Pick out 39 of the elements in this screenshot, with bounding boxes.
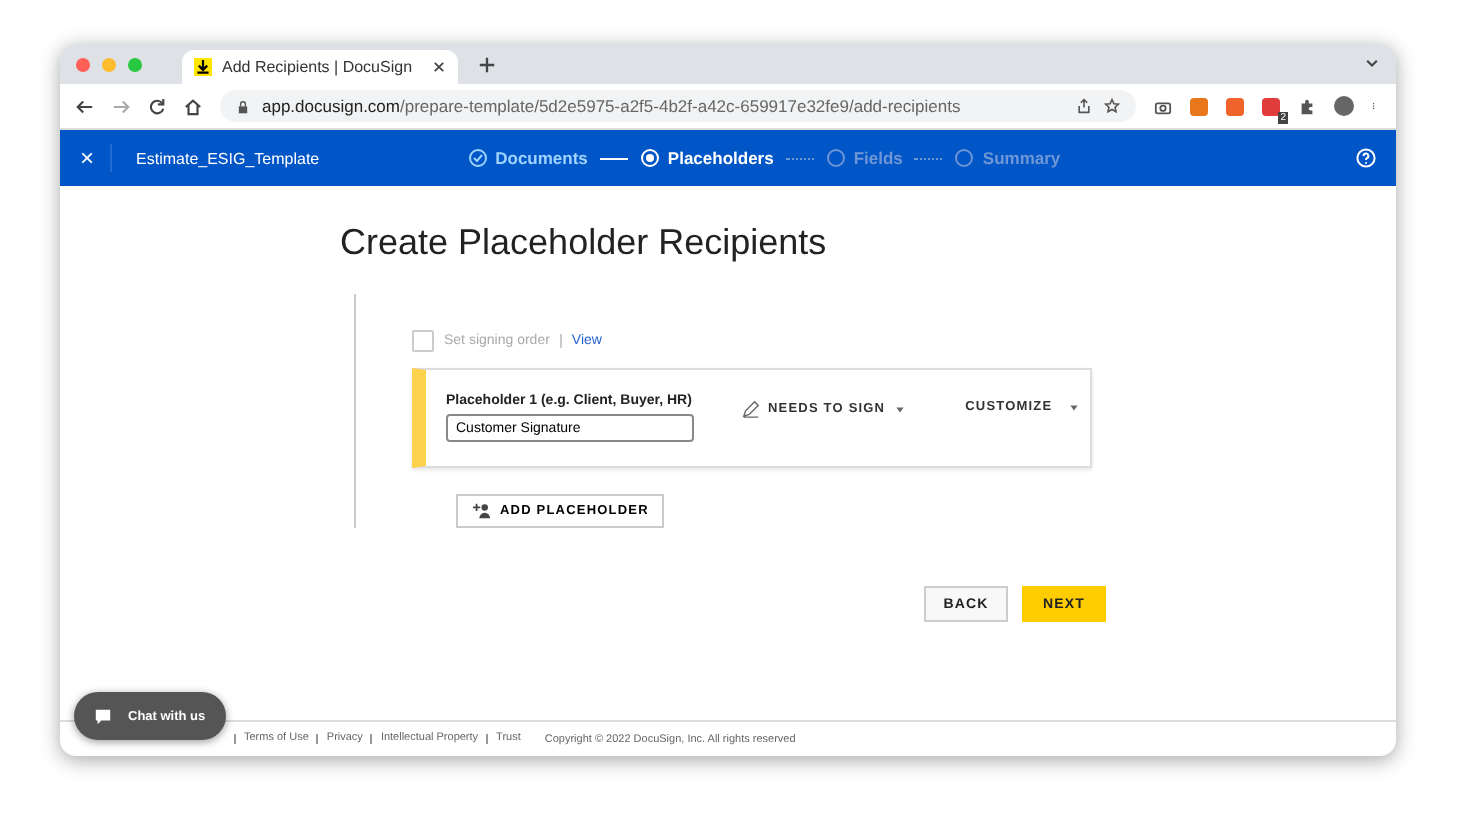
check-circle-icon (467, 148, 488, 168)
window-minimize-dot[interactable] (102, 57, 116, 71)
plus-icon (478, 55, 496, 73)
page-title: Create Placeholder Recipients (340, 222, 829, 264)
window-close-dot[interactable] (76, 57, 90, 71)
circle-icon (825, 148, 846, 168)
step-tab[interactable]: Documents (467, 148, 588, 168)
step-tab[interactable]: Placeholders (639, 148, 774, 168)
puzzle-icon (1298, 97, 1316, 115)
chevron-down-icon (1364, 56, 1380, 72)
radio-icon (639, 148, 660, 168)
caret-icon (1068, 401, 1081, 413)
template-name: Estimate_ESIG_Template (136, 149, 320, 167)
download-icon (194, 58, 212, 76)
share-icon (1076, 98, 1092, 114)
extension-icon[interactable] (1226, 97, 1244, 115)
window-zoom-dot[interactable] (128, 57, 142, 71)
close-button[interactable]: × (80, 144, 113, 172)
avatar-icon[interactable] (1334, 96, 1354, 116)
browser-tab[interactable]: Add Recipients | DocuSign (182, 50, 458, 84)
tab-title: Add Recipients | DocuSign (222, 58, 415, 76)
help-icon (1356, 148, 1376, 168)
back-arrow-icon (76, 97, 94, 115)
add-person-icon (472, 502, 492, 520)
forward-arrow-icon (112, 97, 130, 115)
extension-icon[interactable] (1190, 97, 1208, 115)
close-icon (432, 60, 446, 74)
reload-icon (148, 97, 166, 115)
camera-icon (1154, 97, 1172, 115)
lock-icon (236, 99, 250, 113)
circle-icon (954, 148, 975, 168)
url-text: app.docusign.com/prepare-template/5d2e5975-a2f5-4b2f-a42c-659917e32fe9/add-recipients (262, 96, 961, 116)
home-icon (184, 97, 202, 115)
star-icon (1104, 98, 1120, 114)
signing-order-checkbox[interactable] (412, 330, 434, 352)
chat-bubble-icon (94, 707, 112, 725)
caret-icon (893, 403, 906, 415)
pen-icon (742, 400, 760, 418)
address-bar[interactable]: app.docusign.com/prepare-template/5d2e5975-a2f5-4b2f-a42c-659917e32fe9/add-recipients (220, 90, 1136, 122)
